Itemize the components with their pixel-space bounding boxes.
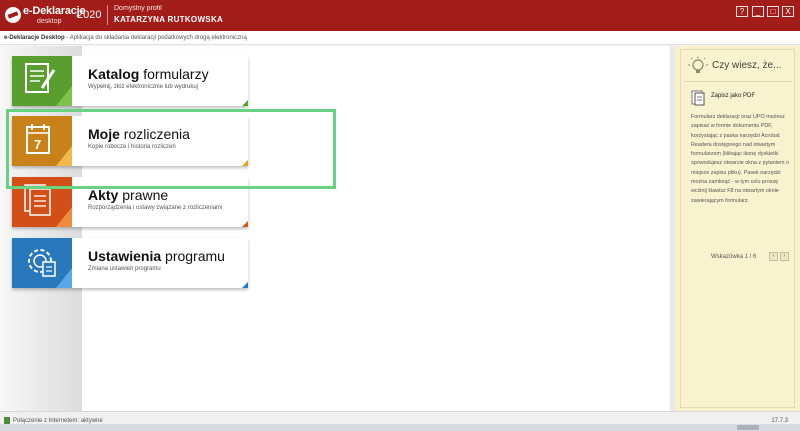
breadcrumb: e-Deklaracje Desktop - Aplikacja do skła… bbox=[0, 31, 800, 45]
tips-divider bbox=[684, 81, 792, 82]
tip-body: Formularz deklaracji oraz UPO możesz zap… bbox=[691, 114, 789, 204]
logo-subtext: desktop bbox=[37, 18, 62, 25]
connection-icon bbox=[4, 417, 10, 424]
title-separator bbox=[107, 5, 108, 25]
tips-panel-inner: Czy wiesz, że... Zapisz jako PDF Formula… bbox=[680, 49, 795, 408]
title-bar: e-Deklaracje desktop 2020 Domyślny profi… bbox=[0, 0, 800, 31]
profile-label: Domyślny profil bbox=[114, 5, 162, 12]
tile-subtitle: Zmiana ustawień programu bbox=[88, 266, 161, 272]
help-button[interactable]: ? bbox=[736, 6, 748, 17]
form-edit-icon bbox=[12, 56, 72, 106]
lightbulb-icon bbox=[688, 56, 708, 73]
tile-corner-marker bbox=[242, 221, 248, 227]
taskbar-strip bbox=[0, 424, 800, 431]
maximize-button[interactable]: □ bbox=[767, 6, 779, 17]
taskbar-item[interactable] bbox=[737, 425, 759, 430]
tile-title: Akty prawne bbox=[88, 187, 169, 203]
tile-katalog-formularzy[interactable]: Katalog formularzy Wypełnij, złóż elektr… bbox=[12, 56, 248, 106]
breadcrumb-app-name: e-Deklaracje Desktop bbox=[4, 35, 65, 41]
tips-panel: Czy wiesz, że... Zapisz jako PDF Formula… bbox=[675, 46, 800, 411]
profile-name[interactable]: KATARZYNA RUTKOWSKA bbox=[114, 15, 223, 24]
tip-title: Zapisz jako PDF bbox=[711, 93, 756, 99]
next-tip-button[interactable]: › bbox=[780, 252, 789, 261]
e-logo-icon bbox=[5, 7, 21, 23]
close-button[interactable]: X bbox=[782, 6, 794, 17]
tile-corner-marker bbox=[242, 100, 248, 106]
tile-subtitle: Rozporządzenia i ustawy związane z rozli… bbox=[88, 205, 223, 211]
tile-title: Ustawienia programu bbox=[88, 248, 225, 264]
breadcrumb-text: - Aplikacja do składania deklaracji poda… bbox=[66, 35, 247, 41]
settings-gear-icon bbox=[12, 238, 72, 288]
tile-ustawienia-programu[interactable]: Ustawienia programu Zmiana ustawień prog… bbox=[12, 238, 248, 288]
prev-tip-button[interactable]: ‹ bbox=[769, 252, 778, 261]
tips-title: Czy wiesz, że... bbox=[712, 60, 782, 71]
minimize-button[interactable]: _ bbox=[752, 6, 764, 17]
hint-counter: Wskazówka 1 / 6 bbox=[711, 254, 757, 260]
tile-title: Katalog formularzy bbox=[88, 66, 209, 82]
selection-highlight bbox=[6, 109, 336, 189]
pdf-document-icon bbox=[691, 90, 705, 106]
app-year: 2020 bbox=[77, 9, 102, 21]
tile-corner-marker bbox=[242, 282, 248, 288]
tile-subtitle: Wypełnij, złóż elektronicznie lub wydruk… bbox=[88, 84, 198, 90]
app-logo: e-Deklaracje desktop bbox=[5, 4, 86, 26]
